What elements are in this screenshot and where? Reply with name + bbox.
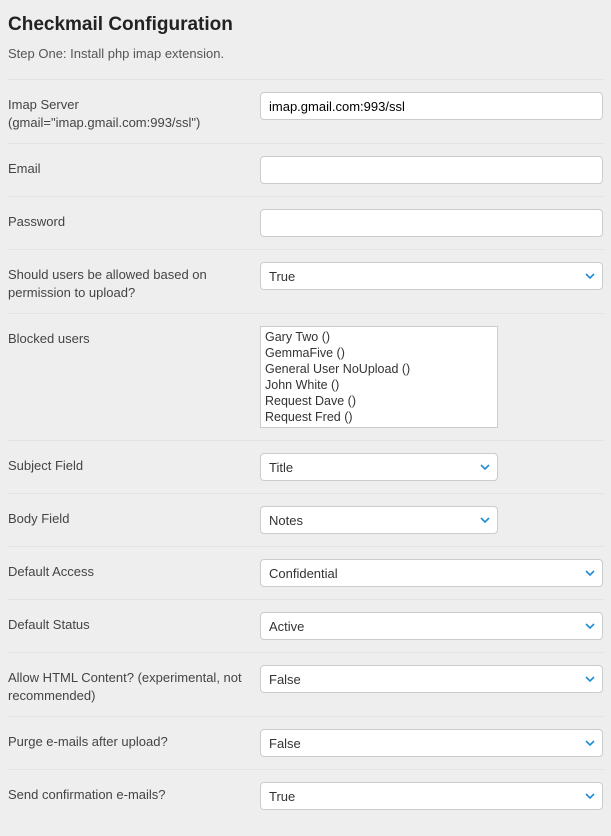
allow-by-permission-select[interactable]: True bbox=[260, 262, 603, 290]
blocked-user-option[interactable]: Request John () bbox=[261, 425, 497, 428]
purge-after-upload-label: Purge e-mails after upload? bbox=[8, 729, 260, 751]
subject-field-label: Subject Field bbox=[8, 453, 260, 475]
row-purge-after-upload: Purge e-mails after upload? False bbox=[8, 716, 603, 769]
row-subject-field: Subject Field Title bbox=[8, 440, 603, 493]
body-field-select[interactable]: Notes bbox=[260, 506, 498, 534]
email-input[interactable] bbox=[260, 156, 603, 184]
purge-after-upload-select[interactable]: False bbox=[260, 729, 603, 757]
row-imap-server: Imap Server (gmail="imap.gmail.com:993/s… bbox=[8, 79, 603, 143]
body-field-label: Body Field bbox=[8, 506, 260, 528]
row-default-status: Default Status Active bbox=[8, 599, 603, 652]
password-label: Password bbox=[8, 209, 260, 231]
blocked-user-option[interactable]: GemmaFive () bbox=[261, 345, 497, 361]
row-email: Email bbox=[8, 143, 603, 196]
send-confirmation-select[interactable]: True bbox=[260, 782, 603, 810]
row-default-access: Default Access Confidential bbox=[8, 546, 603, 599]
email-label: Email bbox=[8, 156, 260, 178]
blocked-user-option[interactable]: General User NoUpload () bbox=[261, 361, 497, 377]
row-password: Password bbox=[8, 196, 603, 249]
row-blocked-users: Blocked users Gary Two ()GemmaFive ()Gen… bbox=[8, 313, 603, 440]
subject-field-select[interactable]: Title bbox=[260, 453, 498, 481]
blocked-user-option[interactable]: John White () bbox=[261, 377, 497, 393]
step-text: Step One: Install php imap extension. bbox=[8, 46, 603, 61]
row-send-confirmation: Send confirmation e-mails? True bbox=[8, 769, 603, 822]
blocked-users-listbox[interactable]: Gary Two ()GemmaFive ()General User NoUp… bbox=[260, 326, 498, 428]
imap-server-input[interactable] bbox=[260, 92, 603, 120]
send-confirmation-label: Send confirmation e-mails? bbox=[8, 782, 260, 804]
blocked-user-option[interactable]: Request Dave () bbox=[261, 393, 497, 409]
row-allow-html: Allow HTML Content? (experimental, not r… bbox=[8, 652, 603, 716]
default-access-label: Default Access bbox=[8, 559, 260, 581]
row-body-field: Body Field Notes bbox=[8, 493, 603, 546]
blocked-user-option[interactable]: Gary Two () bbox=[261, 329, 497, 345]
allow-html-label: Allow HTML Content? (experimental, not r… bbox=[8, 665, 260, 704]
allow-html-select[interactable]: False bbox=[260, 665, 603, 693]
blocked-users-label: Blocked users bbox=[8, 326, 260, 348]
page-title: Checkmail Configuration bbox=[8, 14, 603, 36]
allow-by-permission-label: Should users be allowed based on permiss… bbox=[8, 262, 260, 301]
imap-server-label: Imap Server (gmail="imap.gmail.com:993/s… bbox=[8, 92, 260, 131]
default-status-select[interactable]: Active bbox=[260, 612, 603, 640]
default-status-label: Default Status bbox=[8, 612, 260, 634]
default-access-select[interactable]: Confidential bbox=[260, 559, 603, 587]
password-input[interactable] bbox=[260, 209, 603, 237]
row-allow-by-permission: Should users be allowed based on permiss… bbox=[8, 249, 603, 313]
blocked-user-option[interactable]: Request Fred () bbox=[261, 409, 497, 425]
